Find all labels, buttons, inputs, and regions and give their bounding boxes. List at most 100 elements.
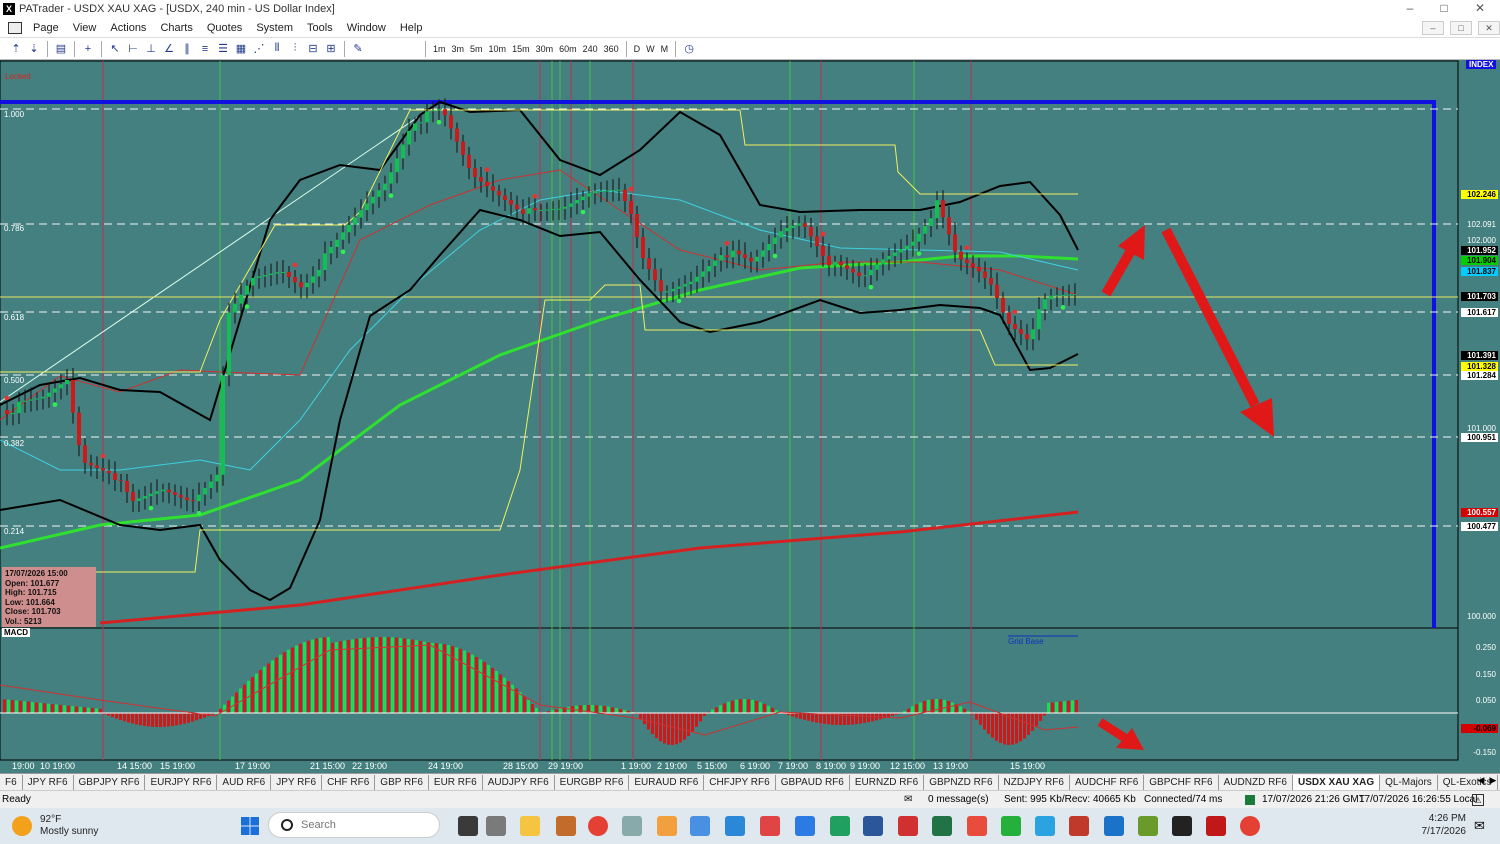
weather-widget[interactable]: 92°F Mostly sunny xyxy=(12,814,98,838)
menu-page[interactable]: Page xyxy=(26,22,66,34)
app-c-icon[interactable] xyxy=(1001,816,1021,836)
clock-icon[interactable]: ◷ xyxy=(681,41,697,57)
taskbar-search[interactable] xyxy=(268,812,440,838)
chrome-icon[interactable] xyxy=(1240,816,1260,836)
vertical-line-icon[interactable]: ⊥ xyxy=(143,41,159,57)
timeframe-weekly[interactable]: W xyxy=(643,44,658,54)
file-explorer-icon[interactable] xyxy=(458,816,478,836)
timeframe-240[interactable]: 240 xyxy=(580,44,601,54)
chart-area[interactable]: Locked INDEX MACD Grid Base 1.000 0.786 … xyxy=(0,60,1500,773)
chart-app-icon[interactable] xyxy=(830,816,850,836)
fibonacci-icon[interactable]: ≡ xyxy=(197,41,213,57)
text-tool-icon[interactable]: ⊟ xyxy=(305,41,321,57)
timeframe-30m[interactable]: 30m xyxy=(533,44,557,54)
menu-tools[interactable]: Tools xyxy=(300,22,340,34)
menu-view[interactable]: View xyxy=(66,22,104,34)
windows-start-icon[interactable] xyxy=(240,816,260,836)
chrome-icon[interactable] xyxy=(588,816,608,836)
gann-fan-icon[interactable]: ⋰ xyxy=(251,41,267,57)
child-minimize-button[interactable]: – xyxy=(1422,21,1444,35)
timeframe-5m[interactable]: 5m xyxy=(467,44,486,54)
excel-icon[interactable] xyxy=(932,816,952,836)
child-restore-button[interactable]: □ xyxy=(1450,21,1472,35)
timeframe-15m[interactable]: 15m xyxy=(509,44,533,54)
paint-icon[interactable] xyxy=(657,816,677,836)
timeframe-monthly[interactable]: M xyxy=(658,44,672,54)
crosshair-icon[interactable]: + xyxy=(80,41,96,57)
minimize-button[interactable]: – xyxy=(1392,0,1428,18)
remote-icon[interactable] xyxy=(967,816,987,836)
search-input[interactable] xyxy=(301,819,421,831)
symbol-tab[interactable]: AUDCHF RF6 xyxy=(1070,774,1145,790)
player-icon[interactable] xyxy=(1206,816,1226,836)
symbol-tab[interactable]: F6 xyxy=(0,774,23,790)
timeframe-60m[interactable]: 60m xyxy=(556,44,580,54)
timeframe-daily[interactable]: D xyxy=(631,44,644,54)
notepad-icon[interactable] xyxy=(690,816,710,836)
status-messages[interactable]: 0 message(s) xyxy=(928,794,989,805)
trendline-icon[interactable]: ∠ xyxy=(161,41,177,57)
calendar-icon[interactable] xyxy=(1104,816,1124,836)
fib-retracement-icon[interactable]: ☰ xyxy=(215,41,231,57)
symbol-tab[interactable]: JPY RF6 xyxy=(271,774,323,790)
folder-icon[interactable] xyxy=(520,816,540,836)
timeframe-10m[interactable]: 10m xyxy=(486,44,510,54)
symbol-tab[interactable]: CHF RF6 xyxy=(322,774,376,790)
symbol-tab[interactable]: EURAUD RF6 xyxy=(629,774,705,790)
child-close-button[interactable]: ✕ xyxy=(1478,21,1500,35)
notification-bell-icon[interactable]: ✉ xyxy=(1474,818,1485,834)
symbol-tab[interactable]: QL-Majors xyxy=(1380,774,1438,790)
price-chart[interactable] xyxy=(0,60,1500,773)
timeframe-3m[interactable]: 3m xyxy=(449,44,468,54)
sell-icon[interactable]: ⇣ xyxy=(26,41,42,57)
channel-icon[interactable]: ∥ xyxy=(179,41,195,57)
symbol-tab[interactable]: CHFJPY RF6 xyxy=(704,774,776,790)
symbol-tab[interactable]: AUDNZD RF6 xyxy=(1219,774,1293,790)
cursor-icon[interactable]: ↖ xyxy=(107,41,123,57)
fib-extension-icon[interactable]: ▦ xyxy=(233,41,249,57)
alert-icon[interactable]: ⚠ xyxy=(1472,794,1484,806)
chart-icon[interactable]: ▤ xyxy=(53,41,69,57)
skype-icon[interactable] xyxy=(795,816,815,836)
sticky-icon[interactable] xyxy=(760,816,780,836)
chart-menu-icon[interactable] xyxy=(8,21,22,34)
maximize-button[interactable]: □ xyxy=(1426,0,1462,18)
tab-scroll-left-icon[interactable]: ◀ xyxy=(1476,775,1486,786)
symbol-tab[interactable]: AUD RF6 xyxy=(217,774,272,790)
symbol-tab[interactable]: AUDJPY RF6 xyxy=(483,774,555,790)
menu-window[interactable]: Window xyxy=(340,22,393,34)
symbol-tab[interactable]: GBPJPY RF6 xyxy=(74,774,146,790)
cycle-lines-icon[interactable]: ⦀ xyxy=(269,41,285,57)
symbol-tab[interactable]: EURJPY RF6 xyxy=(145,774,218,790)
w-app-icon[interactable] xyxy=(1138,816,1158,836)
symbol-tab[interactable]: USDX XAU XAG xyxy=(1292,774,1381,790)
pdf-icon[interactable] xyxy=(898,816,918,836)
symbol-tab[interactable]: NZDJPY RF6 xyxy=(999,774,1070,790)
photos-icon[interactable] xyxy=(725,816,745,836)
snipping-tool-icon[interactable] xyxy=(622,816,642,836)
symbol-tab[interactable]: JPY RF6 xyxy=(23,774,74,790)
timeframe-360[interactable]: 360 xyxy=(601,44,622,54)
symbol-tab[interactable]: EURGBP RF6 xyxy=(555,774,630,790)
menu-actions[interactable]: Actions xyxy=(103,22,153,34)
levels-icon[interactable]: ⊞ xyxy=(323,41,339,57)
symbol-tab[interactable]: GBP RF6 xyxy=(375,774,429,790)
system-clock[interactable]: 4:26 PM 7/17/2026 xyxy=(1410,812,1467,838)
pitchfork-icon[interactable]: ⫶ xyxy=(287,41,303,57)
menu-help[interactable]: Help xyxy=(393,22,430,34)
horizontal-line-icon[interactable]: ⊢ xyxy=(125,41,141,57)
symbol-tab[interactable]: EUR RF6 xyxy=(429,774,483,790)
close-button[interactable]: ✕ xyxy=(1462,0,1498,18)
symbol-tab[interactable]: GBPCHF RF6 xyxy=(1144,774,1219,790)
sm-app-icon[interactable] xyxy=(1172,816,1192,836)
symbol-tab[interactable]: GBPAUD RF6 xyxy=(776,774,850,790)
menu-system[interactable]: System xyxy=(249,22,300,34)
tab-scroll-right-icon[interactable]: ▶ xyxy=(1488,775,1498,786)
pinned-app-icon[interactable] xyxy=(556,816,576,836)
menu-charts[interactable]: Charts xyxy=(153,22,199,34)
timeframe-1m[interactable]: 1m xyxy=(430,44,449,54)
symbol-tab[interactable]: GBPNZD RF6 xyxy=(924,774,999,790)
symbol-tab[interactable]: EURNZD RF6 xyxy=(850,774,925,790)
telegram-icon[interactable] xyxy=(1035,816,1055,836)
word-icon[interactable] xyxy=(863,816,883,836)
